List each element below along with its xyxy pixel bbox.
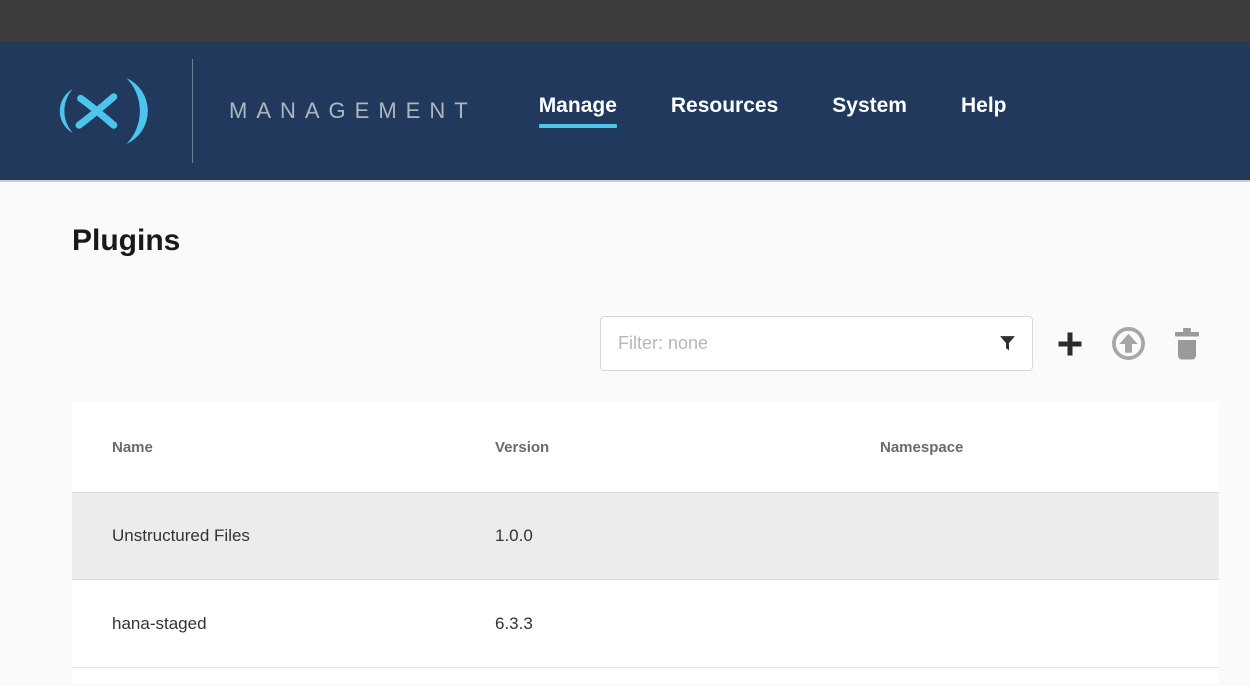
main-nav: Manage Resources System Help [539, 94, 1007, 128]
column-header-version: Version [495, 439, 880, 456]
delete-plugin-button[interactable] [1173, 328, 1201, 360]
nav-item-resources[interactable]: Resources [671, 94, 778, 128]
nav-item-system-label: System [832, 94, 907, 117]
cell-version: 6.3.3 [495, 614, 880, 634]
plugins-toolbar [72, 316, 1219, 371]
nav-item-manage[interactable]: Manage [539, 94, 617, 128]
nav-item-help-label: Help [961, 94, 1007, 117]
upload-arrow-circle-icon [1110, 325, 1147, 362]
filter-menu-button[interactable] [997, 334, 1017, 354]
brand-title: MANAGEMENT [229, 98, 477, 124]
cell-name: hana-staged [112, 614, 495, 634]
window-chrome-strip [0, 0, 1250, 42]
delphix-logo-icon[interactable] [46, 71, 150, 151]
page-content: Plugins [72, 224, 1219, 684]
column-header-name: Name [112, 439, 495, 456]
nav-item-manage-label: Manage [539, 94, 617, 117]
cell-version: 1.0.0 [495, 526, 880, 546]
add-plugin-button[interactable] [1055, 329, 1085, 359]
table-header-row: Name Version Namespace [72, 402, 1219, 492]
funnel-icon [999, 335, 1016, 352]
trash-icon [1173, 328, 1201, 360]
column-header-namespace: Namespace [880, 439, 1179, 456]
header-divider [192, 59, 193, 163]
plus-icon [1055, 329, 1085, 359]
active-tab-underline [539, 124, 617, 128]
table-row-unstructured-files[interactable]: Unstructured Files 1.0.0 [72, 492, 1219, 580]
nav-item-resources-label: Resources [671, 94, 778, 117]
upload-plugin-button[interactable] [1110, 325, 1147, 362]
page-title: Plugins [72, 224, 1219, 258]
nav-item-system[interactable]: System [832, 94, 907, 128]
filter-field-wrap [600, 316, 1033, 371]
app-header: MANAGEMENT Manage Resources System Help [0, 42, 1250, 182]
plugins-table: Name Version Namespace Unstructured File… [72, 402, 1219, 684]
table-row-hana-staged[interactable]: hana-staged 6.3.3 [72, 580, 1219, 668]
nav-item-help[interactable]: Help [961, 94, 1007, 128]
filter-input[interactable] [600, 316, 1033, 371]
cell-name: Unstructured Files [112, 526, 495, 546]
